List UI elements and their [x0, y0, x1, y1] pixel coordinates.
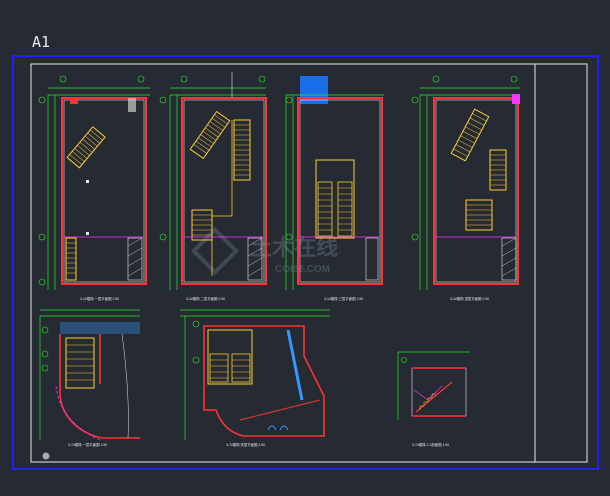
- stair-plan-2: 3-1#楼梯 二层平面图 1:50: [159, 72, 267, 301]
- stair-section-7: 3-7#楼梯 1-1剖面图 1:50: [397, 351, 470, 447]
- watermark-subtext: COI88.COM: [275, 264, 330, 275]
- stair-plan-6: 3-7#楼梯 夹层平面图 1:50: [180, 309, 330, 447]
- plan-3-caption: 3-1#楼梯 三层平面图 1:50: [324, 296, 363, 301]
- stair-plan-1: 3-1#楼梯 一层平面图 1:50: [38, 75, 150, 301]
- cad-drawing-canvas: A1 土木在线 COI88.COM 3-1#楼梯 一层平面图 1:50 3-1#…: [0, 0, 610, 496]
- plan-2-caption: 3-1#楼梯 二层平面图 1:50: [186, 296, 225, 301]
- plan-1-caption: 3-1#楼梯 一层平面图 1:50: [80, 296, 119, 301]
- stair-plan-5: 3-7#楼梯 一层平面图 1:50: [39, 309, 140, 460]
- stair-plan-4: 3-1#楼梯 顶层平面图 1:50: [411, 75, 520, 301]
- watermark-text: 土木在线: [250, 235, 338, 260]
- plan-5-caption: 3-7#楼梯 一层平面图 1:50: [68, 442, 107, 447]
- drawing-sheet: 土木在线 COI88.COM 3-1#楼梯 一层平面图 1:50 3-1#楼梯 …: [12, 55, 599, 470]
- plan-7-caption: 3-7#楼梯 1-1剖面图 1:50: [412, 442, 449, 447]
- outer-border: [12, 55, 599, 470]
- plan-6-caption: 3-7#楼梯 夹层平面图 1:50: [226, 442, 265, 447]
- plan-4-caption: 3-1#楼梯 顶层平面图 1:50: [450, 296, 489, 301]
